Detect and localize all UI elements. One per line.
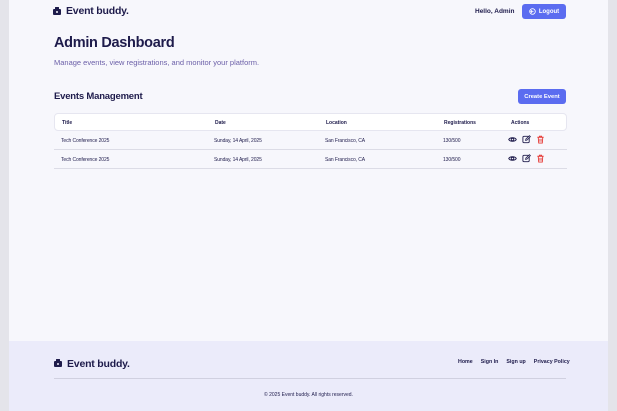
table-row: Tech Conference 2025 Sunday, 14 April, 2… <box>54 131 567 150</box>
copyright-text: © 2025 Event buddy. All rights reserved. <box>264 392 353 398</box>
row-actions <box>508 154 545 163</box>
event-registrations: 130/500 <box>443 138 461 144</box>
ticket-icon <box>52 6 62 16</box>
footer-link-sign-up[interactable]: Sign up <box>506 359 525 365</box>
page-subtitle: Manage events, view registrations, and m… <box>54 58 260 67</box>
brand-logo[interactable]: Event buddy. <box>52 5 129 17</box>
create-event-button[interactable]: Create Event <box>518 89 566 104</box>
column-header-registrations: Registrations <box>444 120 476 126</box>
edit-icon[interactable] <box>522 135 531 144</box>
section-title: Events Management <box>54 91 143 102</box>
column-header-title: Title <box>62 120 73 126</box>
column-header-date: Date <box>215 120 226 126</box>
footer-link-privacy-policy[interactable]: Privacy Policy <box>534 359 570 365</box>
event-title: Tech Conference 2025 <box>61 157 110 163</box>
trash-icon[interactable] <box>536 154 545 163</box>
footer-nav: Home Sign In Sign up Privacy Policy <box>458 359 570 365</box>
event-date: Sunday, 14 April, 2025 <box>214 157 262 163</box>
logout-button[interactable]: Logout <box>522 4 566 19</box>
page-title: Admin Dashboard <box>54 35 175 51</box>
logout-icon <box>529 8 536 15</box>
column-header-location: Location <box>326 120 347 126</box>
eye-icon[interactable] <box>508 154 517 163</box>
row-actions <box>508 135 545 144</box>
user-greeting: Hello, Admin <box>475 8 515 15</box>
edit-icon[interactable] <box>522 154 531 163</box>
table-row: Tech Conference 2025 Sunday, 14 April, 2… <box>54 150 567 169</box>
event-date: Sunday, 14 April, 2025 <box>214 138 262 144</box>
footer: Event buddy. Home Sign In Sign up Privac… <box>9 341 608 411</box>
event-location: San Francisco, CA <box>325 157 365 163</box>
column-header-actions: Actions <box>511 120 530 126</box>
footer-brand-logo[interactable]: Event buddy. <box>53 355 130 373</box>
ticket-icon <box>53 355 63 373</box>
eye-icon[interactable] <box>508 135 517 144</box>
brand-name: Event buddy. <box>66 5 129 17</box>
logout-label: Logout <box>538 8 560 15</box>
footer-link-sign-in[interactable]: Sign In <box>481 359 499 365</box>
event-location: San Francisco, CA <box>325 138 365 144</box>
table-header: Title Date Location Registrations Action… <box>54 113 567 131</box>
footer-divider <box>54 378 566 379</box>
event-registrations: 130/500 <box>443 157 461 163</box>
event-title: Tech Conference 2025 <box>61 138 110 144</box>
footer-link-home[interactable]: Home <box>458 359 473 365</box>
top-header: Event buddy. Hello, Admin Logout <box>9 0 608 24</box>
page: Event buddy. Hello, Admin Logout Admin D… <box>9 0 608 411</box>
trash-icon[interactable] <box>536 135 545 144</box>
footer-brand-name: Event buddy. <box>67 358 130 370</box>
events-table: Title Date Location Registrations Action… <box>54 113 567 169</box>
